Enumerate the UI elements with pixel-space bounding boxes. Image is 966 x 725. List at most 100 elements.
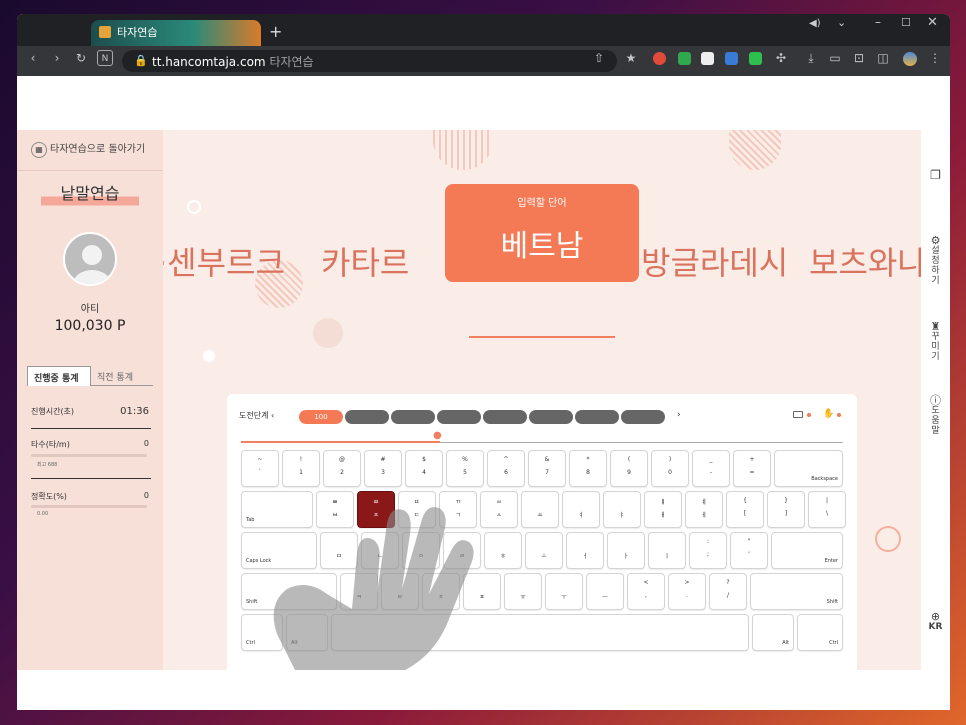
naver-icon[interactable]: N (97, 50, 113, 66)
extension-4-icon[interactable] (725, 52, 738, 65)
stats-tabs: 진행중 통계 직전 통계 (27, 366, 153, 386)
key-shift-label: * (586, 456, 590, 463)
extension-3-icon[interactable] (701, 52, 714, 65)
language-button[interactable]: ⊕ KR (921, 611, 950, 632)
key[interactable]: ㅡ (586, 573, 624, 610)
key-label: Shift (826, 599, 838, 605)
ctrl-right-key[interactable]: Ctrl (797, 614, 843, 651)
key[interactable]: | \ (808, 491, 846, 528)
side-panel-icon[interactable]: ◫ (875, 50, 891, 66)
key[interactable]: }] (767, 491, 805, 528)
extensions-puzzle-icon[interactable]: ✣ (773, 50, 789, 66)
help-button[interactable]: ⓘ 도움말 (921, 394, 950, 436)
word-next-2: 보츠와나 (809, 244, 921, 282)
key[interactable]: % 5 (446, 450, 484, 487)
enter-key[interactable]: Enter (771, 532, 843, 569)
key[interactable]: <, (627, 573, 665, 610)
minimize-button[interactable]: – (875, 15, 881, 29)
extension-shield-icon[interactable] (678, 52, 691, 65)
key[interactable]: $4 (405, 450, 443, 487)
profile-avatar[interactable] (903, 52, 917, 66)
key[interactable]: ㅓ (566, 532, 604, 569)
key-shift-label: @ (339, 456, 345, 463)
key[interactable]: " ' (730, 532, 768, 569)
new-tab-button[interactable]: + (269, 22, 282, 41)
stat-label: 정확도(%) (31, 492, 67, 501)
key[interactable]: + = (733, 450, 771, 487)
bookmark-star-icon[interactable]: ★ (623, 50, 639, 66)
address-bar[interactable]: 🔒 tt.hancomtaja.com 타자연습 (122, 50, 617, 72)
browser-tab[interactable]: 타자연습 (91, 20, 261, 46)
key[interactable]: >. (668, 573, 706, 610)
cast-icon[interactable]: ▭ (827, 50, 843, 66)
accuracy-bar (31, 505, 147, 508)
key-label: ㅐ (660, 512, 666, 519)
decorate-button[interactable]: ♜ 꾸미기 (921, 321, 950, 362)
extension-1-icon[interactable] (653, 52, 666, 65)
share-icon[interactable]: ⇧ (591, 50, 607, 66)
help-icon: ⓘ (930, 394, 941, 407)
key[interactable]: ) 0 (651, 450, 689, 487)
speaker-icon[interactable]: ◀) (809, 18, 821, 29)
copy-icon[interactable]: ❐ (921, 169, 950, 181)
key-label: / (726, 592, 730, 599)
key[interactable]: #3 (364, 450, 402, 487)
key[interactable]: ! 1 (282, 450, 320, 487)
key[interactable]: ㅖㅔ (685, 491, 723, 528)
key[interactable]: ~ ` (241, 450, 279, 487)
key[interactable]: {[ (726, 491, 764, 528)
key-label: Shift (246, 599, 258, 605)
key-label: , (645, 592, 647, 599)
backspace-key[interactable]: Backspace (774, 450, 843, 487)
main-area: ·센부르크 카타르 입력할 단어 베트남 방글라데시 보츠와나 도전단계 ‹ 1… (163, 130, 921, 670)
key[interactable]: ^ 6 (487, 450, 525, 487)
key[interactable]: ㅣ (648, 532, 686, 569)
key[interactable]: & 7 (528, 450, 566, 487)
forward-icon[interactable]: › (49, 50, 65, 66)
settings-button[interactable]: ⚙ 설정하기 (921, 234, 950, 286)
key-shift-label: ! (299, 456, 303, 463)
key-shift-label: _ (709, 456, 713, 463)
maximize-button[interactable]: ☐ (901, 16, 911, 29)
user-name: 아티 (80, 304, 100, 315)
key[interactable]: ㅕ (562, 491, 600, 528)
back-to-practice-button[interactable]: ▦ 타자연습으로 돌아가기 (31, 140, 151, 162)
menu-icon[interactable]: ⋮ (927, 50, 943, 66)
close-window-button[interactable]: ✕ (927, 15, 938, 30)
reload-icon[interactable]: ↻ (73, 50, 89, 66)
decor-dot (203, 350, 215, 362)
key[interactable]: ㅒㅐ (644, 491, 682, 528)
shift-right-key[interactable]: Shift (750, 573, 843, 610)
key[interactable]: ? / (709, 573, 747, 610)
tab-previous-stats[interactable]: 직전 통계 (91, 366, 153, 386)
key[interactable]: * 8 (569, 450, 607, 487)
stat-sub: 0.00 (37, 511, 49, 517)
screenshot-icon[interactable]: ⊡ (851, 50, 867, 66)
speed-bar (31, 454, 147, 457)
download-icon[interactable]: ⤓ (803, 50, 819, 66)
key-label: Ctrl (246, 640, 255, 646)
extension-5-icon[interactable] (749, 52, 762, 65)
back-icon[interactable]: ‹ (25, 50, 41, 66)
key[interactable]: ㅜ (545, 573, 583, 610)
decor-circle (187, 200, 201, 214)
card-label: 입력할 단어 (517, 198, 567, 209)
key[interactable]: ㅑ (603, 491, 641, 528)
key[interactable]: (9 (610, 450, 648, 487)
key[interactable]: ㅏ (607, 532, 645, 569)
alt-right-key[interactable]: Alt (752, 614, 794, 651)
key[interactable]: :; (689, 532, 727, 569)
divider (31, 478, 151, 479)
key-shift-label: ^ (503, 456, 509, 463)
key-label: ㅑ (619, 512, 625, 519)
tab-search-icon[interactable]: ⌄ (837, 16, 846, 29)
lock-icon: 🔒 (134, 54, 148, 67)
input-underline[interactable] (469, 336, 615, 338)
gear-icon: ⚙ (930, 234, 941, 247)
tab-current-stats[interactable]: 진행중 통계 (27, 366, 91, 386)
key[interactable]: @2 (323, 450, 361, 487)
key-shift-label: ㅖ (701, 499, 707, 506)
key[interactable]: _ - (692, 450, 730, 487)
key-shift-label: { (743, 497, 747, 504)
stat-speed: 타수(타/m) 0 (31, 439, 149, 450)
